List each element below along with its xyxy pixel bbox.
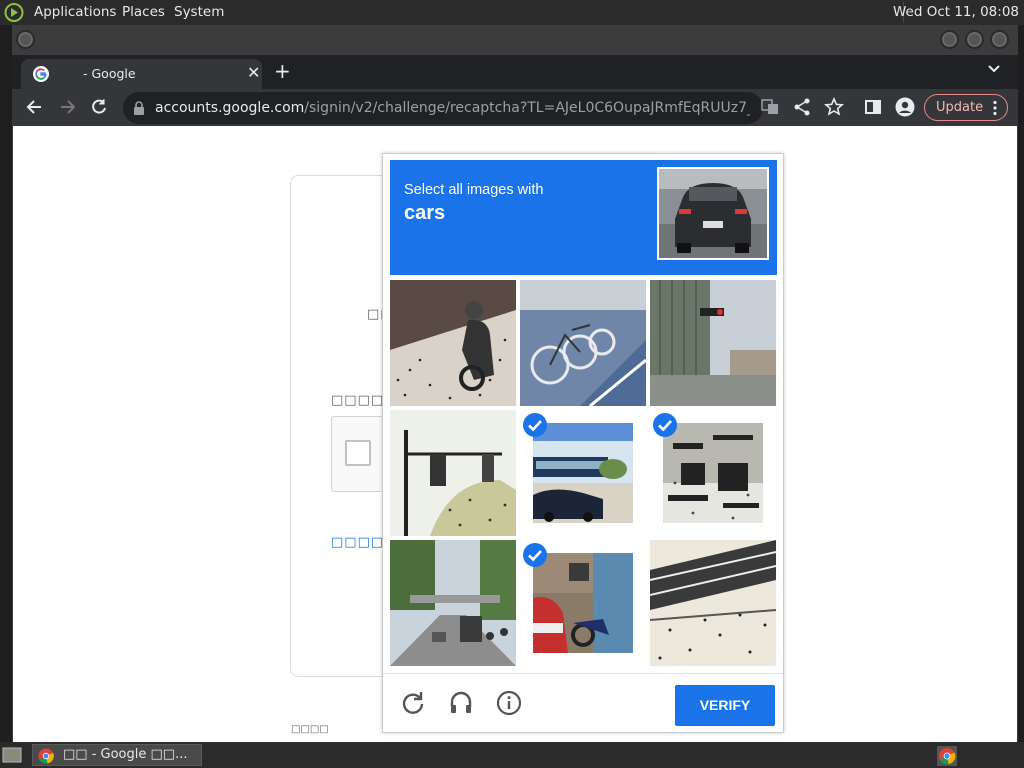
- panel-clock[interactable]: Wed Oct 11, 08:08: [893, 4, 1019, 20]
- taskbar-chrome-window[interactable]: □□ - Google □□...: [32, 744, 202, 766]
- audio-challenge-icon[interactable]: [448, 690, 474, 716]
- tile-image: [650, 280, 776, 406]
- tile-image: [663, 423, 763, 523]
- window-menu-icon[interactable]: [16, 30, 35, 49]
- new-tab-button[interactable]: +: [274, 59, 291, 83]
- tile-image: [520, 280, 646, 406]
- reload-challenge-icon[interactable]: [400, 690, 426, 716]
- lock-icon[interactable]: [133, 101, 145, 115]
- back-arrow-icon[interactable]: [25, 97, 45, 117]
- captcha-target: cars: [404, 202, 446, 224]
- tile-image: [533, 553, 633, 653]
- bottom-taskbar: □□ - Google □□...: [0, 742, 1024, 768]
- captcha-tile-8[interactable]: [520, 540, 646, 666]
- maximize-button[interactable]: [965, 30, 984, 49]
- captcha-tile-4[interactable]: [390, 410, 516, 536]
- minimize-button[interactable]: [940, 30, 959, 49]
- share-icon[interactable]: [792, 97, 812, 117]
- taskbar-window-label: □□ - Google □□...: [63, 747, 188, 762]
- show-desktop-icon[interactable]: [2, 746, 22, 764]
- top-panel: Applications Places System Wed Oct 11, 0…: [0, 0, 1024, 25]
- selected-check-icon: [523, 543, 547, 567]
- captcha-tile-6[interactable]: [650, 410, 776, 536]
- close-window-button[interactable]: [990, 30, 1009, 49]
- selected-check-icon: [523, 413, 547, 437]
- browser-toolbar: accounts.google.com/signin/v2/challenge/…: [12, 89, 1018, 126]
- more-options-icon[interactable]: [993, 100, 997, 116]
- captcha-sample-image: [657, 167, 769, 260]
- tile-image: [650, 540, 776, 666]
- menu-places[interactable]: Places: [122, 4, 165, 20]
- menu-applications[interactable]: Applications: [34, 4, 116, 20]
- tile-image: [390, 410, 516, 536]
- google-favicon-icon: [33, 66, 49, 82]
- gnome-foot-icon[interactable]: [4, 3, 24, 22]
- selected-check-icon: [653, 413, 677, 437]
- forward-arrow-icon[interactable]: [57, 97, 77, 117]
- tab-search-chevron-icon[interactable]: [987, 62, 1001, 76]
- profile-avatar-icon[interactable]: [895, 97, 915, 117]
- page-footer-text: □□□□: [291, 724, 329, 735]
- bookmark-star-icon[interactable]: [824, 97, 844, 117]
- tile-image: [533, 423, 633, 523]
- side-panel-icon[interactable]: [863, 97, 883, 117]
- tab-strip: - Google ✕ +: [12, 55, 1018, 89]
- tab-title: - Google: [83, 66, 136, 81]
- translate-icon[interactable]: [760, 97, 780, 117]
- verify-button[interactable]: VERIFY: [675, 685, 775, 726]
- reload-icon[interactable]: [89, 97, 109, 117]
- captcha-tile-7[interactable]: [390, 540, 516, 666]
- tray-chrome-icon[interactable]: [937, 746, 957, 766]
- url-text[interactable]: accounts.google.com/signin/v2/challenge/…: [155, 100, 750, 116]
- chrome-icon: [38, 748, 54, 764]
- captcha-tile-9[interactable]: [650, 540, 776, 666]
- captcha-footer: VERIFY: [383, 673, 783, 733]
- menu-system[interactable]: System: [174, 4, 224, 20]
- recaptcha-checkbox[interactable]: [345, 440, 371, 466]
- recaptcha-challenge: Select all images with cars VERIFY: [382, 153, 784, 733]
- captcha-header: Select all images with cars: [390, 160, 777, 275]
- captcha-tile-2[interactable]: [520, 280, 646, 406]
- info-icon[interactable]: [496, 690, 522, 716]
- tile-image: [390, 540, 516, 666]
- window-titlebar[interactable]: [12, 25, 1018, 55]
- tile-image: [390, 280, 516, 406]
- tab-google[interactable]: - Google ✕: [21, 59, 262, 89]
- update-button[interactable]: Update: [924, 94, 1008, 121]
- captcha-instruction: Select all images with: [404, 182, 544, 198]
- captcha-tile-1[interactable]: [390, 280, 516, 406]
- address-bar[interactable]: accounts.google.com/signin/v2/challenge/…: [123, 92, 763, 124]
- captcha-tile-3[interactable]: [650, 280, 776, 406]
- tab-close-icon[interactable]: ✕: [247, 63, 260, 82]
- captcha-tile-5[interactable]: [520, 410, 646, 536]
